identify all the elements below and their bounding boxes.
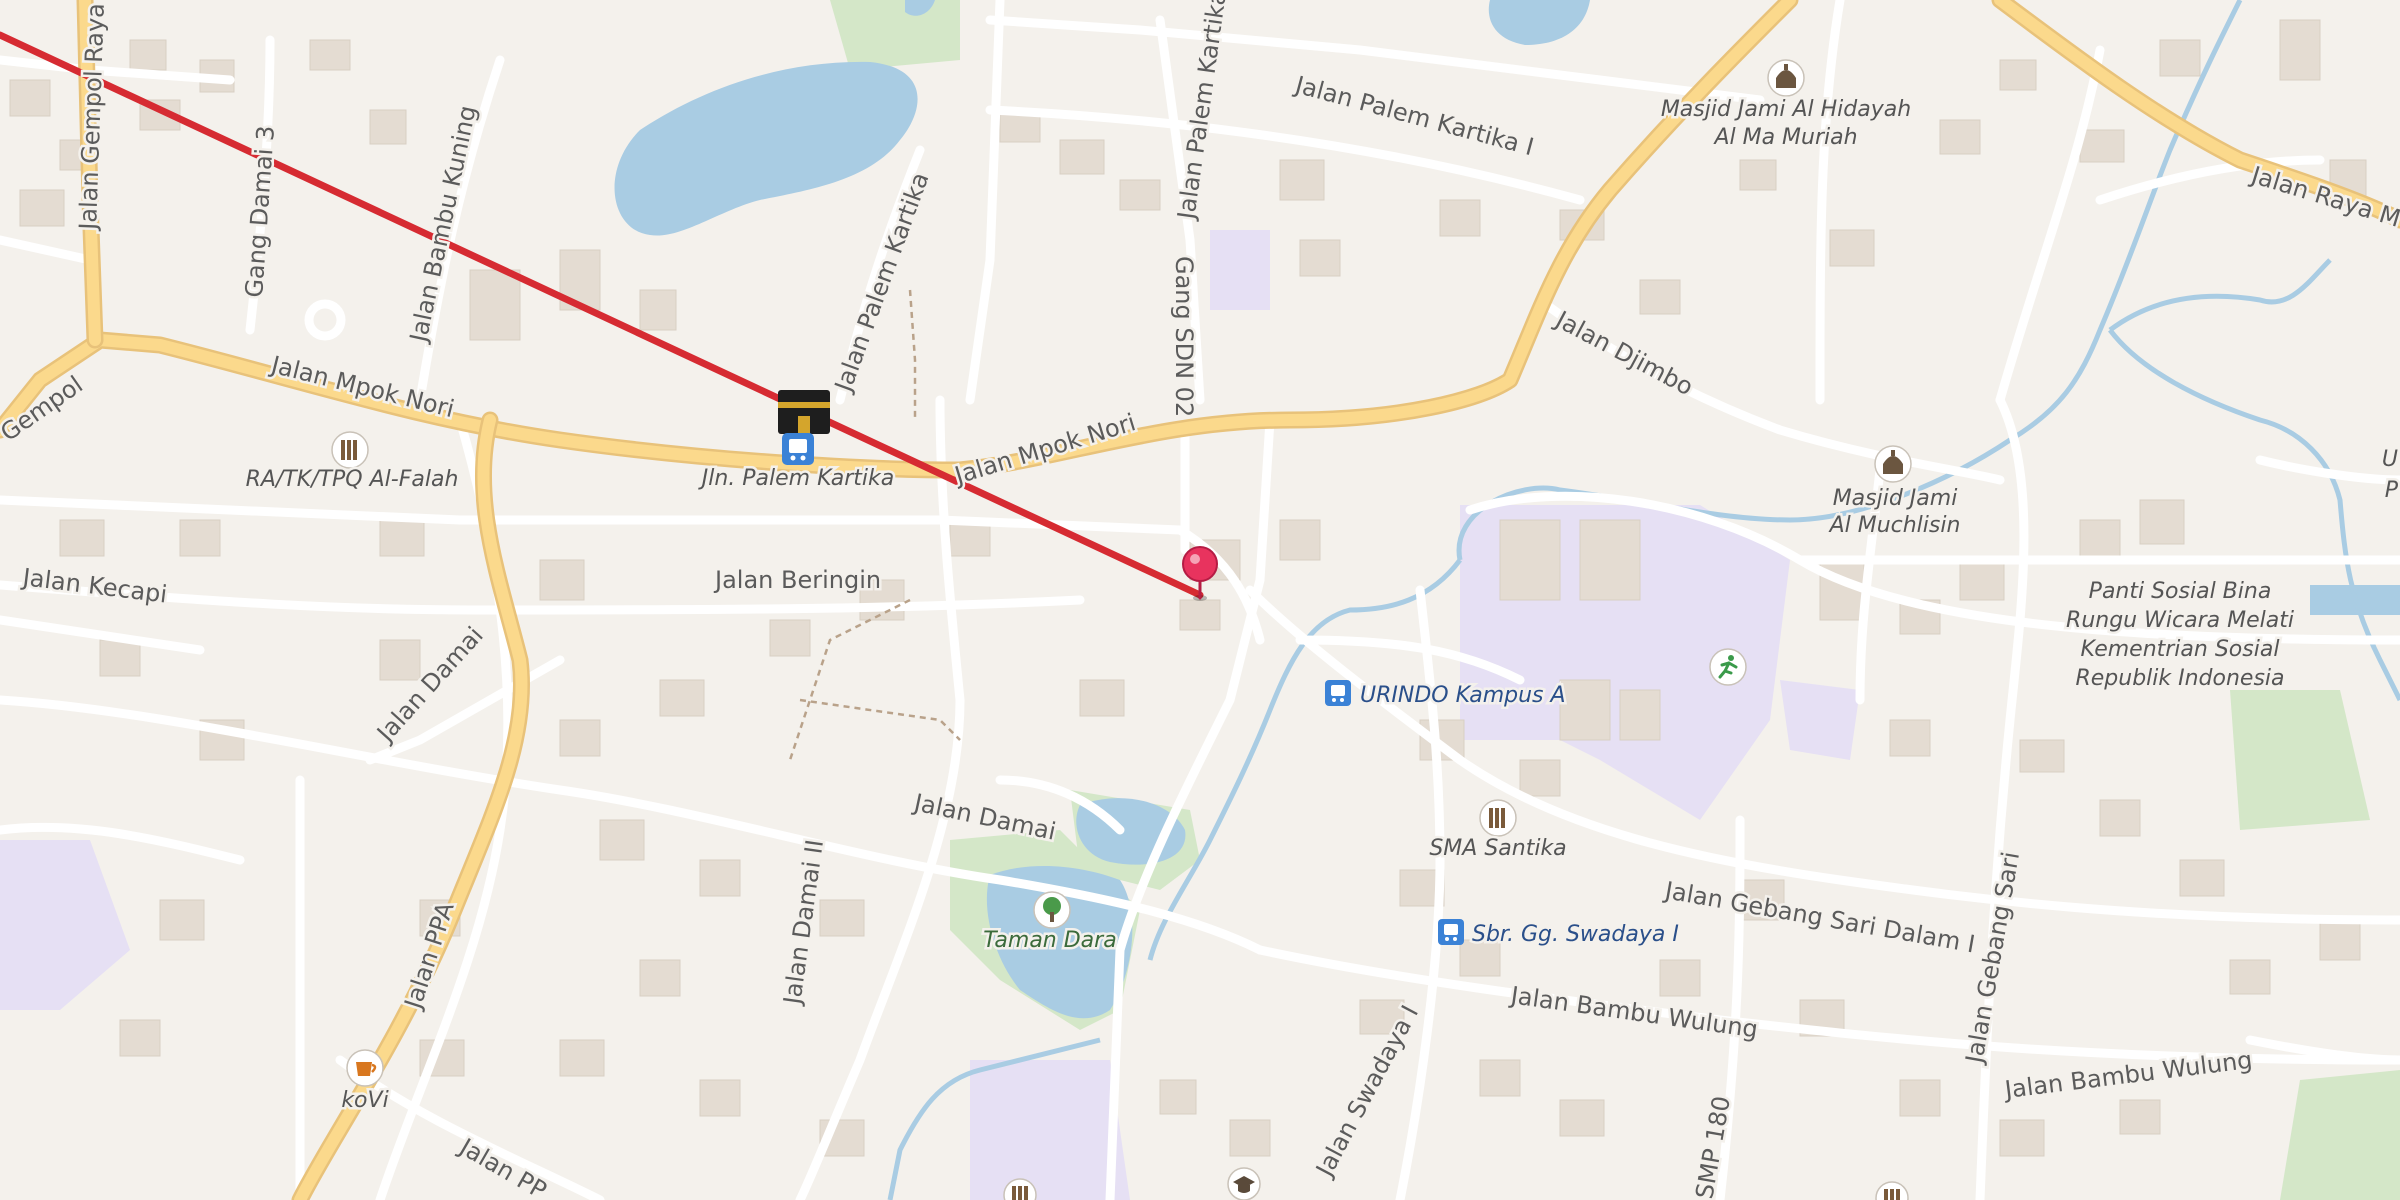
building [469, 269, 521, 341]
map-canvas[interactable]: Jalan Gempol Raya Gempol Gang Damai 3 Ja… [0, 0, 2400, 1200]
park-north [830, 0, 960, 70]
poi-label-panti-1: Panti Sosial Bina [2089, 579, 2272, 604]
building [769, 619, 811, 657]
building [819, 899, 865, 937]
building [1559, 1099, 1605, 1137]
building [2079, 129, 2125, 163]
building [2119, 1099, 2161, 1135]
poi-label-panti-4: Republik Indonesia [2075, 666, 2284, 691]
building [2079, 519, 2121, 557]
poi-label-masjid-al-hidayah-2: Al Ma Muriah [1712, 125, 1857, 150]
building [2019, 739, 2065, 773]
building [2279, 19, 2321, 81]
building [539, 559, 585, 601]
building [599, 819, 645, 861]
campus-building [1559, 679, 1611, 741]
building [1229, 1119, 1271, 1157]
building [1159, 1079, 1197, 1115]
coffee-icon[interactable] [346, 1049, 384, 1087]
transit-label-sbr-gg-swadaya-i: Sbr. Gg. Swadaya I [1472, 922, 1679, 947]
building [179, 519, 221, 557]
building [2179, 859, 2225, 897]
building [2159, 39, 2201, 77]
building [1079, 679, 1125, 717]
poi-label-edge-p: P [2385, 478, 2399, 503]
building [99, 639, 141, 677]
tree-icon[interactable] [1033, 891, 1071, 929]
graduation-cap-icon[interactable] [1227, 1167, 1261, 1200]
building [1959, 559, 2005, 601]
building [559, 719, 601, 757]
bus-stop-icon[interactable] [1438, 919, 1464, 945]
building [1439, 199, 1481, 237]
building [559, 1039, 605, 1077]
building [1479, 1059, 1521, 1097]
building [159, 899, 205, 941]
school-icon[interactable] [1479, 799, 1517, 837]
building [379, 519, 425, 557]
building [119, 1019, 161, 1057]
building [1659, 959, 1701, 997]
building [1299, 239, 1341, 277]
running-icon[interactable] [1709, 648, 1747, 686]
transit-label-jln-palem-kartika: Jln. Palem Kartika [698, 466, 894, 491]
building [1999, 1119, 2045, 1157]
building [1279, 519, 1321, 561]
building [1829, 229, 1875, 267]
building [2229, 959, 2271, 995]
poi-label-masjid-al-hidayah-1: Masjid Jami Al Hidayah [1661, 97, 1911, 122]
south-campus [970, 1060, 1130, 1200]
building [2099, 799, 2141, 837]
building [1279, 159, 1325, 201]
street-label-jalan-beringin: Jalan Beringin [713, 566, 881, 594]
building [639, 289, 677, 331]
building [1889, 719, 1931, 757]
building [2319, 919, 2361, 961]
poi-label-masjid-al-muchlisin-1: Masjid Jami [1833, 486, 1958, 511]
poi-label-kovi: koVi [341, 1088, 388, 1113]
building [1999, 59, 2037, 91]
poi-label-edge-u: U [2382, 447, 2398, 472]
poi-label-panti-2: Rungu Wicara Melati [2066, 608, 2294, 633]
mosque-icon[interactable] [1874, 445, 1912, 483]
school-grounds [1210, 230, 1270, 310]
kaaba-icon[interactable] [778, 390, 830, 434]
street-label-gang-sdn-02: Gang SDN 02 [1170, 256, 1198, 417]
building [699, 1079, 741, 1117]
building [1739, 159, 1777, 191]
building [1939, 119, 1981, 155]
poi-label-ra-tk-tpq: RA/TK/TPQ Al-Falah [246, 467, 459, 492]
school-icon[interactable] [331, 431, 369, 469]
building [2139, 499, 2185, 545]
building [1119, 179, 1161, 211]
bus-stop-icon[interactable] [782, 433, 814, 465]
building [1639, 279, 1681, 315]
building [1519, 759, 1561, 797]
transit-label-urindo-kampus-a: URINDO Kampus A [1360, 683, 1566, 708]
building [9, 79, 51, 117]
poi-label-taman-dara: Taman Dara [983, 928, 1116, 953]
building [129, 39, 167, 71]
building [59, 519, 105, 557]
building [309, 39, 351, 71]
building [639, 959, 681, 997]
poi-label-sma-santika: SMA Santika [1429, 836, 1566, 861]
building [1899, 1079, 1941, 1117]
campus-building [1499, 519, 1561, 601]
building [379, 639, 421, 681]
campus-annex [1780, 680, 1860, 760]
building [699, 859, 741, 897]
building [19, 189, 65, 227]
bus-stop-icon[interactable] [1325, 680, 1351, 706]
campus-building [1579, 519, 1641, 601]
building [1179, 599, 1221, 631]
poi-label-panti-3: Kementrian Sosial [2081, 637, 2280, 662]
campus-building [1619, 689, 1661, 741]
building [659, 679, 705, 717]
mosque-icon[interactable] [1767, 59, 1805, 97]
building [1059, 139, 1105, 175]
map-svg[interactable]: Jalan Gempol Raya Gempol Gang Damai 3 Ja… [0, 0, 2400, 1200]
building [369, 109, 407, 145]
poi-label-masjid-al-muchlisin-2: Al Muchlisin [1828, 513, 1961, 538]
